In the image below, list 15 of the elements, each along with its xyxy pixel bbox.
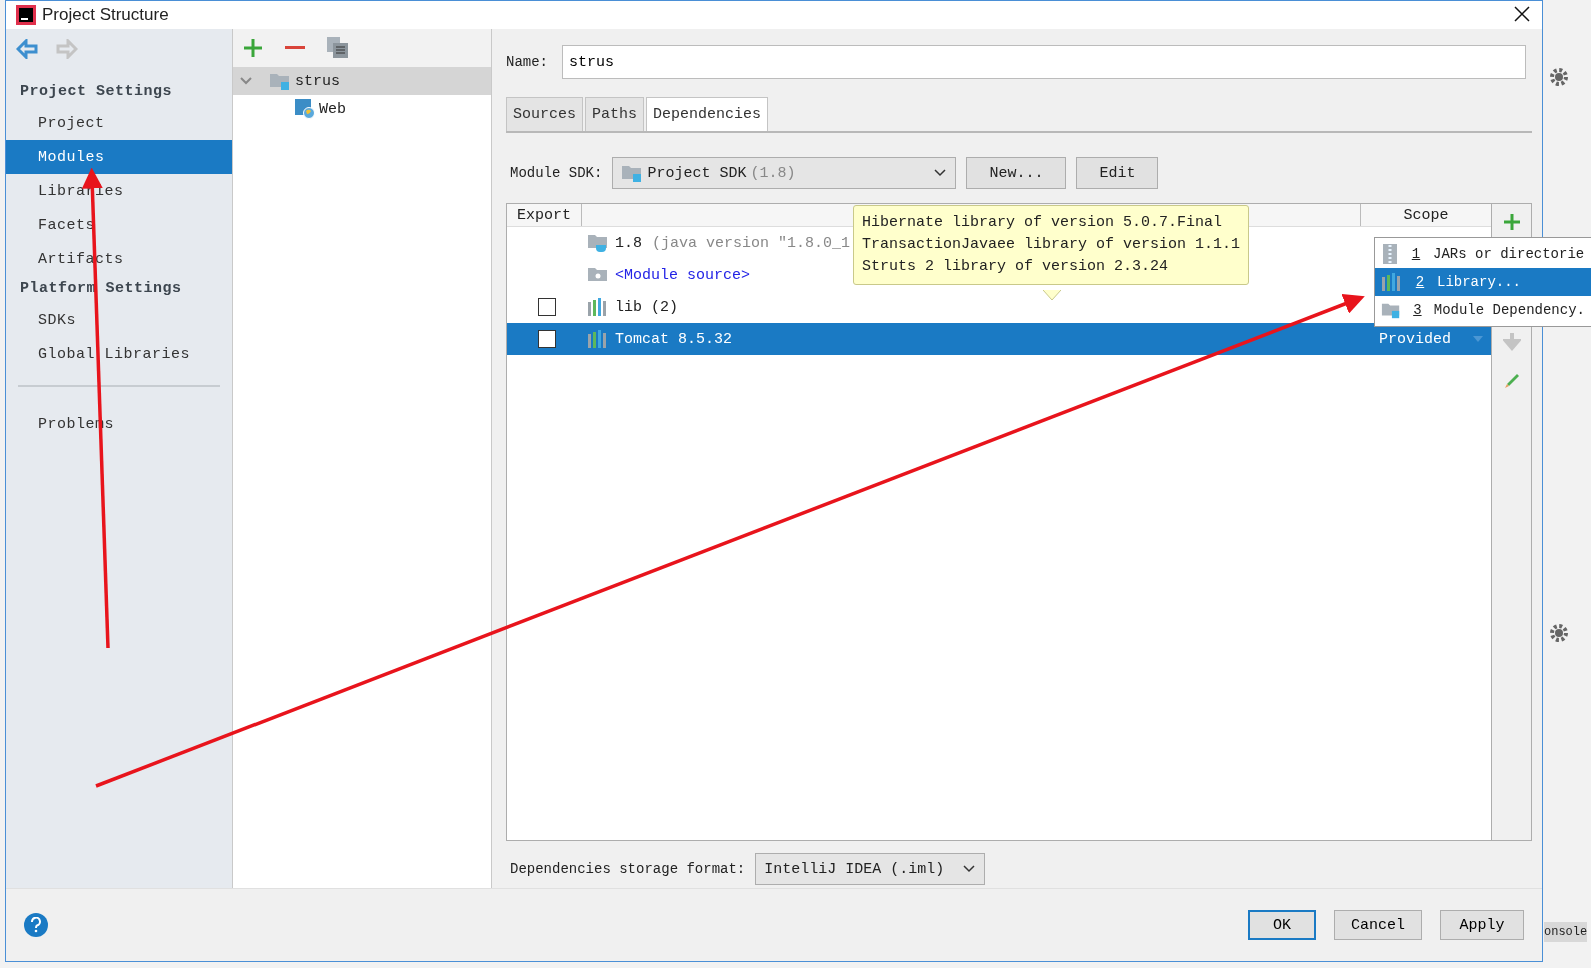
- window-title: Project Structure: [42, 5, 169, 25]
- tooltip-line: TransactionJavaee library of version 1.1.1: [862, 235, 1241, 255]
- dependency-name: <Module source>: [615, 266, 751, 284]
- dependency-name: 1.8: [615, 234, 642, 252]
- field-label: Dependencies storage format:: [510, 861, 746, 877]
- tree-label: Web: [319, 100, 346, 118]
- dependency-name: lib (2): [615, 298, 678, 316]
- field-label: Module SDK:: [510, 165, 603, 181]
- dependency-name: Tomcat 8.5.32: [615, 330, 733, 348]
- section-heading: Project Settings: [19, 82, 174, 102]
- field-label: Name:: [506, 54, 548, 70]
- tree-label: strus: [295, 72, 340, 90]
- tooltip-line: Struts 2 library of version 2.3.24: [862, 257, 1170, 277]
- tooltip-line: Hibernate library of version 5.0.7.Final: [862, 213, 1224, 233]
- dependency-detail: (java version "1.8.0_1: [652, 234, 851, 252]
